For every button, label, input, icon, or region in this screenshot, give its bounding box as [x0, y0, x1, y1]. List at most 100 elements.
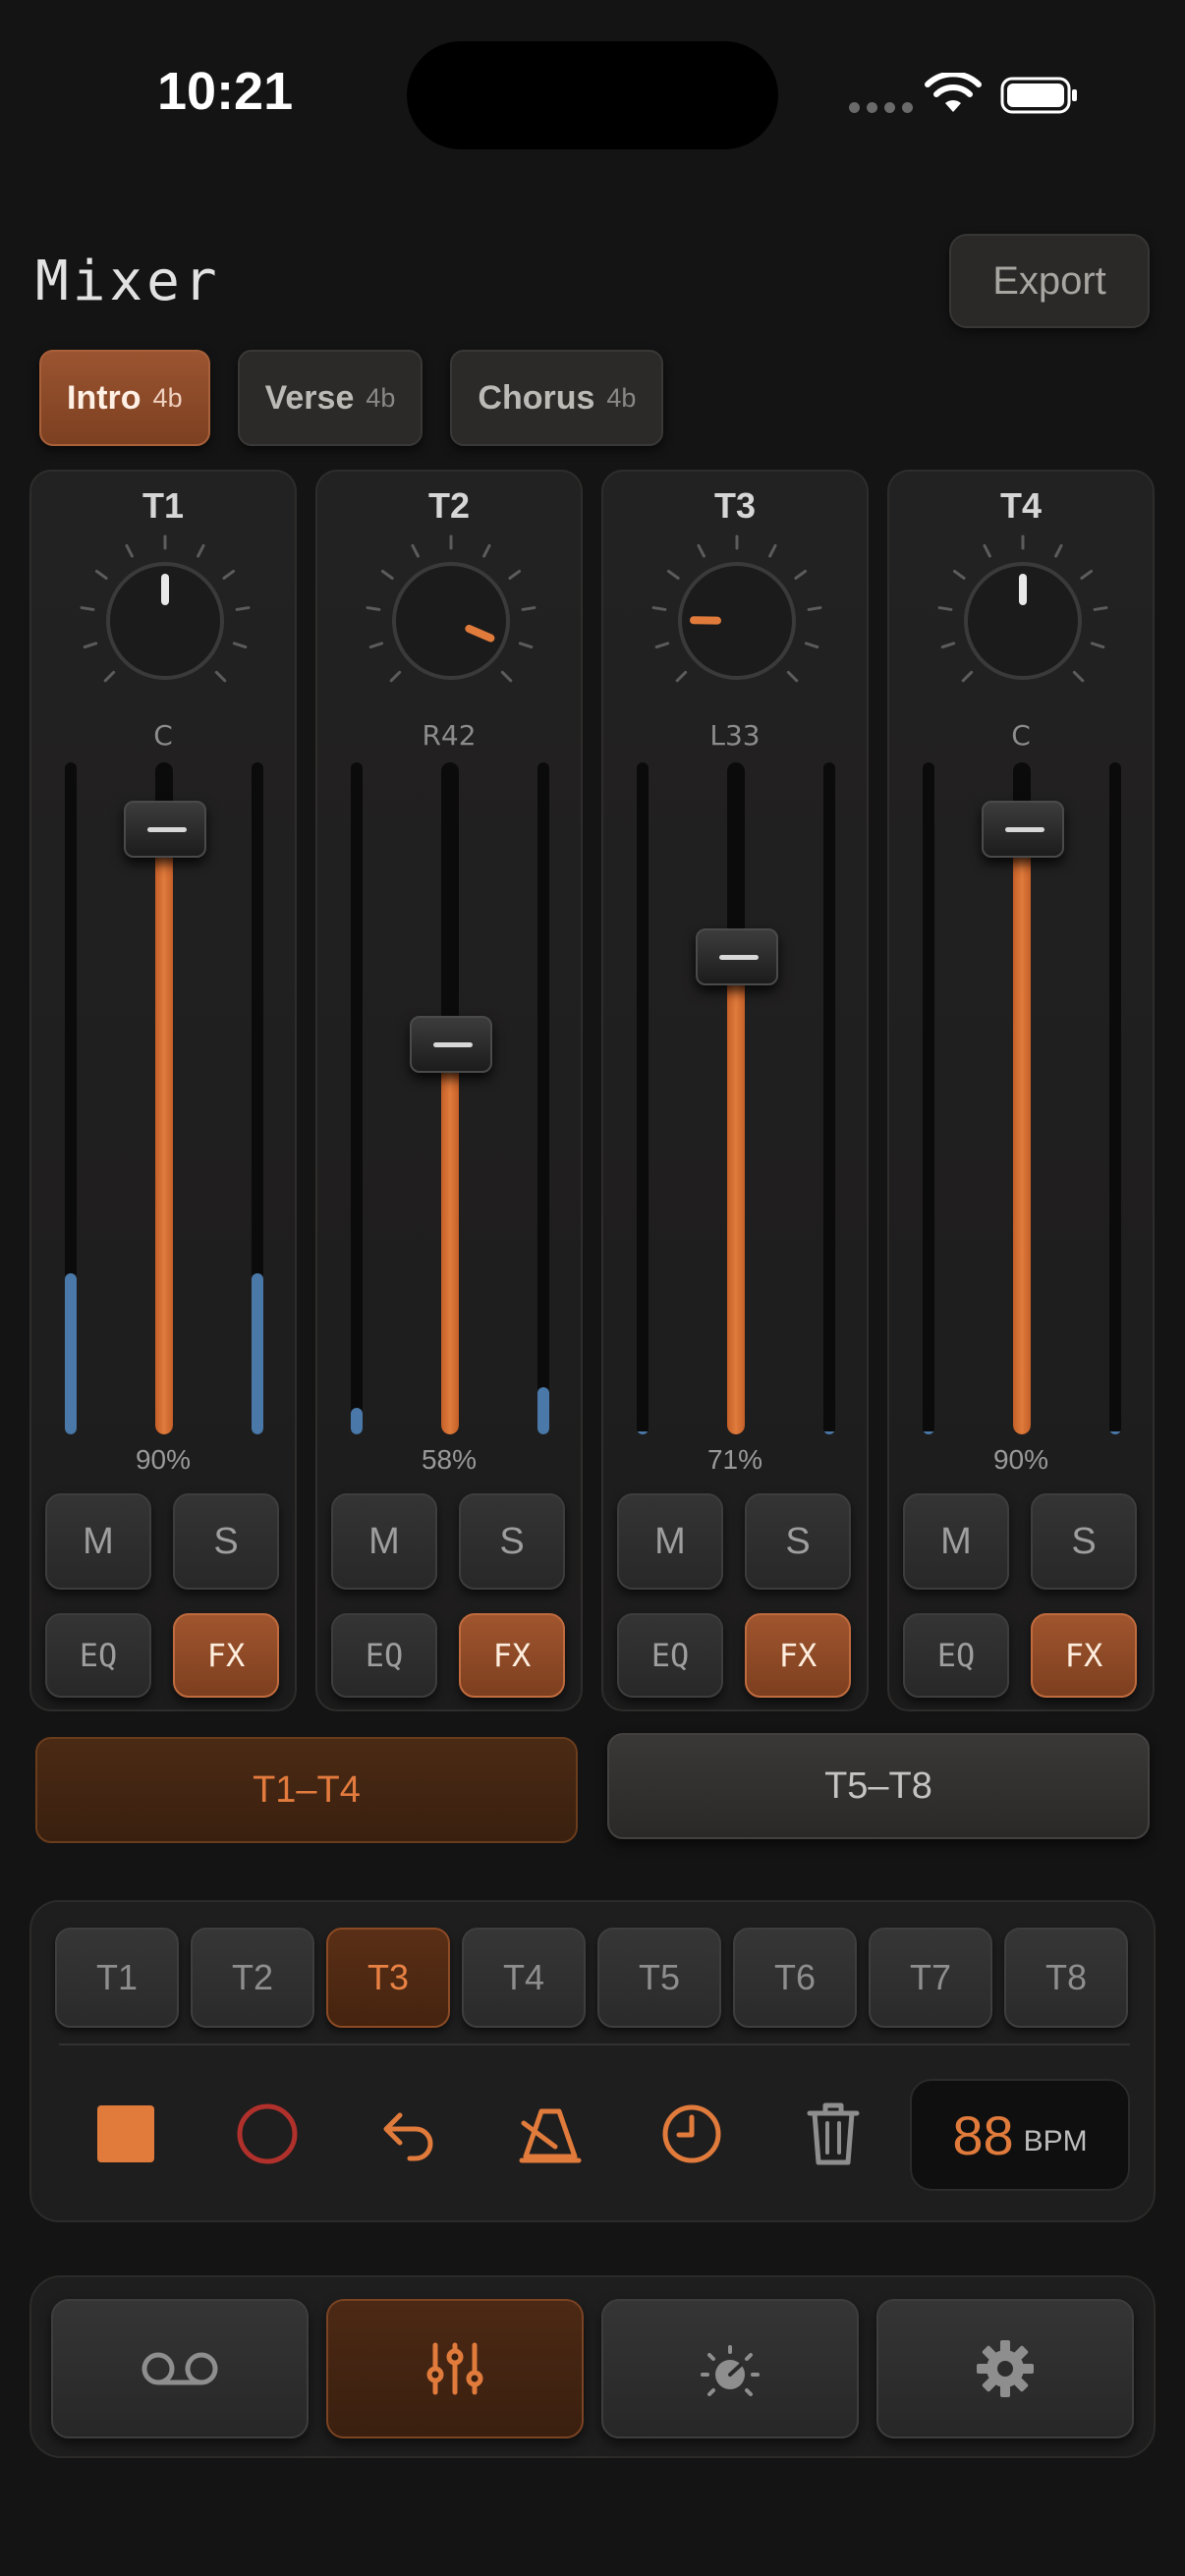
knob-tick — [482, 543, 491, 558]
nav-settings-tab[interactable] — [876, 2299, 1134, 2438]
volume-value: 58% — [421, 1444, 478, 1475]
fx-button[interactable]: FX — [1031, 1613, 1137, 1698]
knob-tick — [518, 642, 534, 649]
fx-button[interactable]: FX — [459, 1613, 565, 1698]
volume-fader-track[interactable] — [1013, 762, 1031, 1434]
record-button[interactable] — [228, 2095, 307, 2173]
mute-button[interactable]: M — [903, 1493, 1009, 1590]
solo-button[interactable]: S — [1031, 1493, 1137, 1590]
knob-tick — [222, 569, 236, 581]
knob-tick — [500, 670, 513, 683]
page-title: Mixer — [35, 250, 221, 313]
record-icon — [237, 2103, 298, 2164]
eq-button[interactable]: EQ — [617, 1613, 723, 1698]
knob-tick — [654, 642, 670, 649]
knob-tick — [768, 543, 777, 558]
bank-t1-t4-button[interactable]: T1–T4 — [35, 1737, 578, 1843]
knob-tick — [380, 569, 394, 581]
track-selector: T1 T2 T3 T4 T5 T6 T7 T8 — [55, 1928, 1128, 2028]
bank-t5-t8-button[interactable]: T5–T8 — [607, 1733, 1150, 1839]
track-select-t3[interactable]: T3 — [326, 1928, 450, 2028]
knob-tick — [235, 606, 251, 611]
export-button[interactable]: Export — [949, 234, 1150, 328]
knob-tick — [983, 543, 991, 558]
volume-fader-handle[interactable] — [696, 928, 778, 986]
fx-button[interactable]: FX — [745, 1613, 851, 1698]
undo-button[interactable] — [369, 2095, 448, 2173]
volume-value: 90% — [992, 1444, 1049, 1475]
solo-button[interactable]: S — [173, 1493, 279, 1590]
knob-tick — [521, 606, 536, 611]
knob-tick — [389, 670, 402, 683]
knob-tick — [697, 543, 705, 558]
volume-fader-track[interactable] — [441, 762, 459, 1434]
level-meter-left — [351, 762, 363, 1434]
status-time: 10:21 — [157, 62, 294, 121]
metronome-icon — [519, 2108, 582, 2163]
volume-fader-handle[interactable] — [410, 1016, 492, 1074]
timer-button[interactable] — [652, 2095, 731, 2173]
delete-button[interactable] — [794, 2095, 873, 2173]
pan-value: C — [1011, 719, 1031, 752]
eq-button[interactable]: EQ — [903, 1613, 1009, 1698]
knob-tick — [1090, 642, 1105, 649]
knob-tick — [940, 642, 956, 649]
bottom-nav — [29, 2275, 1156, 2458]
solo-button[interactable]: S — [745, 1493, 851, 1590]
track-select-t5[interactable]: T5 — [597, 1928, 721, 2028]
track-select-t2[interactable]: T2 — [191, 1928, 314, 2028]
bpm-display[interactable]: 88 BPM — [910, 2079, 1130, 2191]
dynamic-island — [407, 41, 778, 149]
fx-button[interactable]: FX — [173, 1613, 279, 1698]
channel-strip-t1: T1 C 90% M S EQ FX — [29, 470, 297, 1711]
metronome-button[interactable] — [511, 2095, 590, 2173]
knob-tick — [952, 569, 966, 581]
track-select-t1[interactable]: T1 — [55, 1928, 179, 2028]
track-select-t4[interactable]: T4 — [462, 1928, 586, 2028]
stop-button[interactable] — [86, 2095, 165, 2173]
eq-button[interactable]: EQ — [331, 1613, 437, 1698]
knob-tick — [83, 642, 98, 649]
effects-knob-icon — [701, 2345, 760, 2396]
knob-tick — [1054, 543, 1063, 558]
level-meter-left — [923, 762, 934, 1434]
solo-button[interactable]: S — [459, 1493, 565, 1590]
section-name: Verse — [264, 378, 355, 417]
knob-tick — [197, 543, 205, 558]
mute-button[interactable]: M — [331, 1493, 437, 1590]
transport-panel: T1 T2 T3 T4 T5 T6 T7 T8 88 BPM — [29, 1900, 1156, 2222]
volume-fader-handle[interactable] — [124, 801, 206, 859]
channel-name: T1 — [141, 485, 184, 526]
volume-fader-track[interactable] — [155, 762, 173, 1434]
channel-name: T3 — [713, 485, 756, 526]
nav-mixer-tab[interactable] — [326, 2299, 584, 2438]
nav-record-tab[interactable] — [51, 2299, 309, 2438]
level-meter-left — [637, 762, 649, 1434]
section-verse-button[interactable]: Verse 4b — [237, 350, 423, 446]
settings-gear-icon — [977, 2340, 1034, 2397]
knob-tick — [1080, 569, 1094, 581]
mute-button[interactable]: M — [617, 1493, 723, 1590]
knob-tick — [508, 569, 522, 581]
pan-knob[interactable] — [934, 532, 1111, 709]
channel-strip-t3: T3 L33 71% M S EQ FX — [601, 470, 869, 1711]
track-select-t7[interactable]: T7 — [869, 1928, 992, 2028]
eq-button[interactable]: EQ — [45, 1613, 151, 1698]
tape-icon — [141, 2352, 218, 2385]
track-select-t6[interactable]: T6 — [733, 1928, 857, 2028]
section-chorus-button[interactable]: Chorus 4b — [450, 350, 664, 446]
channel-name: T4 — [999, 485, 1042, 526]
knob-tick — [214, 670, 227, 683]
pan-knob[interactable] — [649, 532, 825, 709]
channel-strip-t2: T2 R42 58% M S EQ FX — [315, 470, 583, 1711]
pan-knob[interactable] — [363, 532, 539, 709]
section-intro-button[interactable]: Intro 4b — [39, 350, 210, 446]
volume-fader-handle[interactable] — [982, 801, 1064, 859]
track-select-t8[interactable]: T8 — [1004, 1928, 1128, 2028]
knob-tick — [125, 543, 134, 558]
pan-knob[interactable] — [77, 532, 254, 709]
channel-name: T2 — [427, 485, 470, 526]
mute-button[interactable]: M — [45, 1493, 151, 1590]
volume-fader-track[interactable] — [727, 762, 745, 1434]
nav-effects-tab[interactable] — [601, 2299, 859, 2438]
